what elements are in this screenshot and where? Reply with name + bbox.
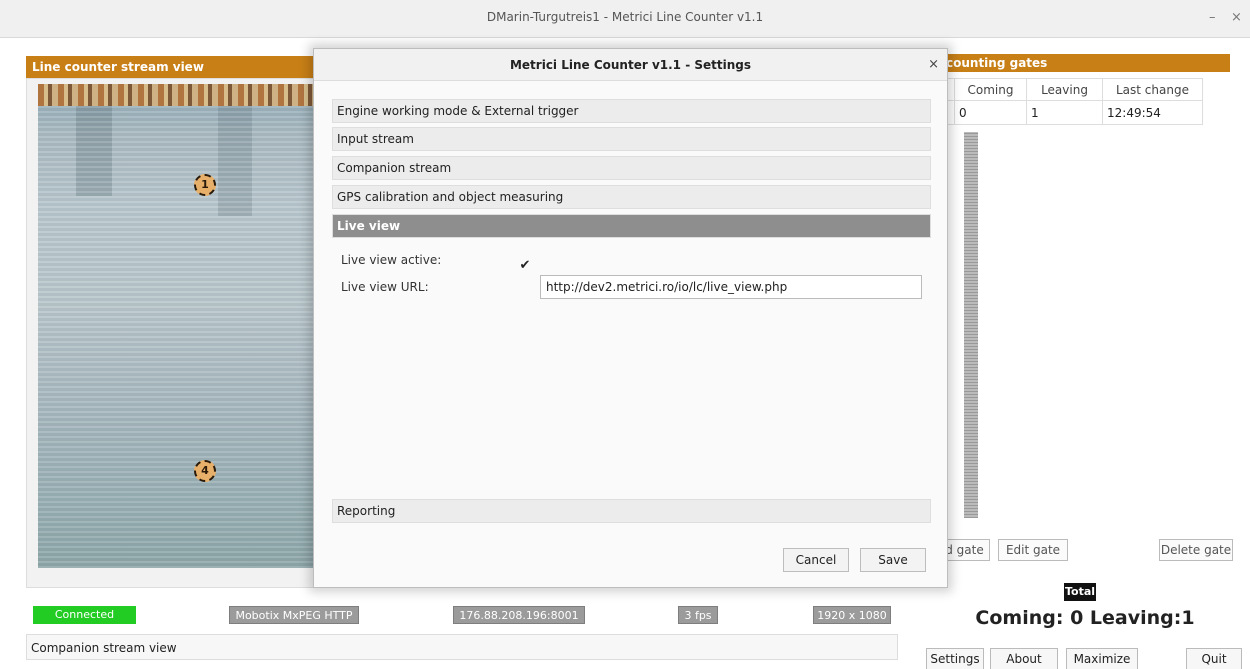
minimize-button[interactable]: – xyxy=(1209,10,1216,25)
connection-status-badge: Connected xyxy=(33,606,136,624)
resolution-badge: 1920 x 1080 xyxy=(813,606,891,624)
column-header-coming[interactable]: Coming xyxy=(954,78,1027,101)
settings-dialog: Metrici Line Counter v1.1 - Settings × E… xyxy=(313,48,948,588)
about-button[interactable]: About xyxy=(990,648,1058,669)
section-reporting[interactable]: Reporting xyxy=(332,499,931,523)
cell-last-change: 12:49:54 xyxy=(1102,100,1203,125)
section-gps-calibration[interactable]: GPS calibration and object measuring xyxy=(332,185,931,209)
stream-address-badge: 176.88.208.196:8001 xyxy=(453,606,585,624)
live-view-active-checkbox[interactable]: ✔ xyxy=(517,258,533,274)
water-surface xyxy=(38,106,320,568)
fps-badge: 3 fps xyxy=(678,606,718,624)
total-summary: Coming: 0 Leaving:1 xyxy=(975,607,1195,629)
camera-type-badge: Mobotix MxPEG HTTP xyxy=(229,606,359,624)
quit-button[interactable]: Quit xyxy=(1186,648,1242,669)
cell-coming: 0 xyxy=(954,100,1027,125)
column-header-leaving[interactable]: Leaving xyxy=(1026,78,1103,101)
table-cell-filler xyxy=(1203,101,1230,125)
close-window-button[interactable]: × xyxy=(1231,10,1242,25)
cell-leaving: 1 xyxy=(1026,100,1103,125)
save-button[interactable]: Save xyxy=(860,548,926,572)
checkmark-icon: ✔ xyxy=(519,258,531,273)
live-view-active-label: Live view active: xyxy=(341,253,442,267)
window-title: DMarin-Turgutreis1 - Metrici Line Counte… xyxy=(486,10,764,24)
counting-gates-header: counting gates xyxy=(940,54,1230,72)
settings-button[interactable]: Settings xyxy=(926,648,984,669)
shore-strip xyxy=(38,84,320,106)
section-companion-stream[interactable]: Companion stream xyxy=(332,156,931,180)
gates-table: Coming Leaving Last change 0 1 12:49:54 xyxy=(940,78,1230,125)
live-view-url-label: Live view URL: xyxy=(341,280,429,294)
edit-gate-button[interactable]: Edit gate xyxy=(998,539,1068,561)
dialog-title: Metrici Line Counter v1.1 - Settings xyxy=(314,49,947,81)
maximize-button[interactable]: Maximize xyxy=(1066,648,1138,669)
section-live-view[interactable]: Live view xyxy=(332,214,931,238)
section-input-stream[interactable]: Input stream xyxy=(332,127,931,151)
stream-video-frame[interactable]: 1 4 xyxy=(38,84,320,568)
column-header-last-change[interactable]: Last change xyxy=(1102,78,1203,101)
total-badge: Total xyxy=(1064,583,1096,601)
table-row[interactable]: 0 1 12:49:54 xyxy=(940,100,1230,125)
gate-marker-4[interactable]: 4 xyxy=(194,460,216,482)
gate-preview-strip xyxy=(964,132,978,518)
delete-gate-button[interactable]: Delete gate xyxy=(1159,539,1233,561)
section-engine-mode[interactable]: Engine working mode & External trigger xyxy=(332,99,931,123)
gate-marker-1[interactable]: 1 xyxy=(194,174,216,196)
close-icon[interactable]: × xyxy=(928,49,939,81)
live-view-url-input[interactable] xyxy=(540,275,922,299)
window-titlebar: DMarin-Turgutreis1 - Metrici Line Counte… xyxy=(0,0,1250,38)
cancel-button[interactable]: Cancel xyxy=(783,548,849,572)
table-header-filler xyxy=(1203,79,1230,101)
companion-stream-label: Companion stream view xyxy=(26,634,898,660)
